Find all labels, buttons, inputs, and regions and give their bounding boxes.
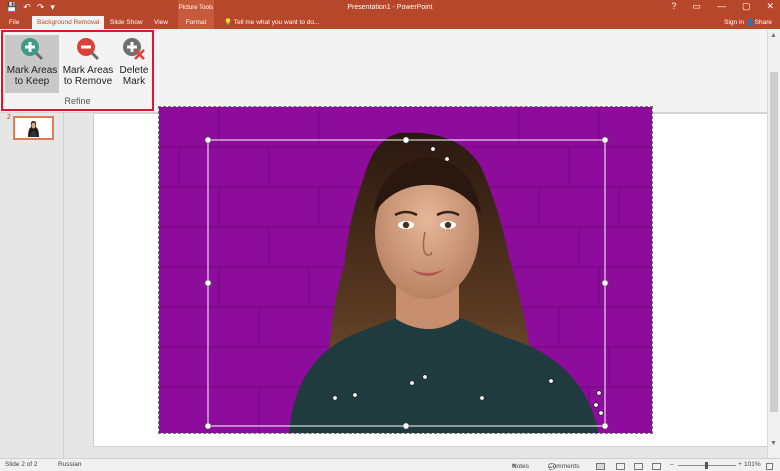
mark-areas-to-keep-button[interactable]: Mark Areas to Keep — [5, 35, 59, 93]
refine-group: Mark Areas to Keep Mark Areas to Remove … — [1, 30, 154, 111]
zoom-out-button[interactable]: – — [670, 461, 674, 468]
tell-me-text: Tell me what you want to do... — [233, 19, 320, 26]
sign-in-link[interactable]: Sign in — [724, 16, 744, 29]
share-button[interactable]: 👤Share — [747, 16, 772, 29]
scrollbar-thumb[interactable] — [770, 72, 778, 412]
plus-pencil-icon — [21, 38, 43, 60]
delete-mark-icon — [123, 38, 145, 60]
minimize-icon[interactable]: — — [717, 1, 726, 12]
title-bar: 💾 ↶ ↷ ▾ Picture Tools Presentation1 - Po… — [0, 0, 780, 16]
thumbnail-woman-image — [19, 119, 48, 137]
redo-icon[interactable]: ↷ — [37, 2, 45, 13]
slide-thumbnail[interactable] — [13, 116, 54, 140]
help-icon[interactable]: ? — [671, 1, 676, 12]
maximize-icon[interactable]: ▢ — [742, 1, 751, 12]
status-bar: Slide 2 of 2 Russian ≡ Notes 💬 Comments … — [0, 458, 780, 471]
ribbon-display-icon[interactable]: ▭ — [692, 1, 701, 12]
scroll-down-icon[interactable]: ▼ — [770, 440, 777, 447]
scroll-up-icon[interactable]: ▲ — [770, 32, 777, 39]
slide-count: Slide 2 of 2 — [5, 461, 38, 468]
save-icon[interactable]: 💾 — [6, 2, 17, 13]
ribbon: Mark Areas to Keep Mark Areas to Remove … — [0, 29, 780, 113]
tab-format[interactable]: Format — [178, 16, 214, 29]
woman-photo — [159, 107, 652, 433]
tell-me-search[interactable]: 💡 Tell me what you want to do... — [224, 16, 319, 29]
share-label: Share — [754, 19, 772, 26]
tab-background-removal[interactable]: Background Removal — [32, 16, 105, 29]
delete-mark-button[interactable]: Delete Mark — [117, 35, 151, 93]
refine-group-label: Refine — [64, 96, 91, 106]
picture-tools-label: Picture Tools — [178, 0, 214, 16]
mark-areas-to-remove-button[interactable]: Mark Areas to Remove — [61, 35, 115, 93]
notes-label: Notes — [512, 463, 529, 470]
ribbon-tabs: File Background Removal Slide Show View … — [0, 16, 780, 29]
person-icon: 👤 — [746, 19, 755, 26]
background-removal-image[interactable] — [158, 106, 653, 434]
lightbulb-icon: 💡 — [224, 19, 234, 26]
slide-thumbnails-pane: 2 — [0, 113, 64, 458]
mark-keep-label: Mark Areas to Keep — [6, 65, 58, 87]
tab-file[interactable]: File — [4, 16, 24, 29]
customize-qat-icon[interactable]: ▾ — [50, 2, 55, 13]
quick-access-toolbar: 💾 ↶ ↷ ▾ — [6, 2, 55, 13]
comments-label: Comments — [548, 463, 580, 470]
minus-pencil-icon — [77, 38, 99, 60]
undo-icon[interactable]: ↶ — [23, 2, 31, 13]
window-title: Presentation1 - PowerPoint — [347, 4, 433, 11]
zoom-slider-handle[interactable] — [705, 462, 708, 469]
zoom-level[interactable]: 101% — [744, 461, 761, 468]
slide-number: 2 — [7, 114, 11, 121]
vertical-scrollbar[interactable]: ▲ ▼ — [767, 30, 780, 458]
tab-view[interactable]: View — [149, 16, 173, 29]
zoom-in-button[interactable]: + — [738, 461, 742, 468]
language-indicator[interactable]: Russian — [58, 461, 81, 468]
window-controls: ? ▭ — ▢ ✕ — [671, 1, 774, 12]
tab-slide-show[interactable]: Slide Show — [105, 16, 148, 29]
delete-mark-label: Delete Mark — [119, 65, 149, 87]
close-icon[interactable]: ✕ — [766, 1, 774, 12]
mark-remove-label: Mark Areas to Remove — [62, 65, 114, 87]
